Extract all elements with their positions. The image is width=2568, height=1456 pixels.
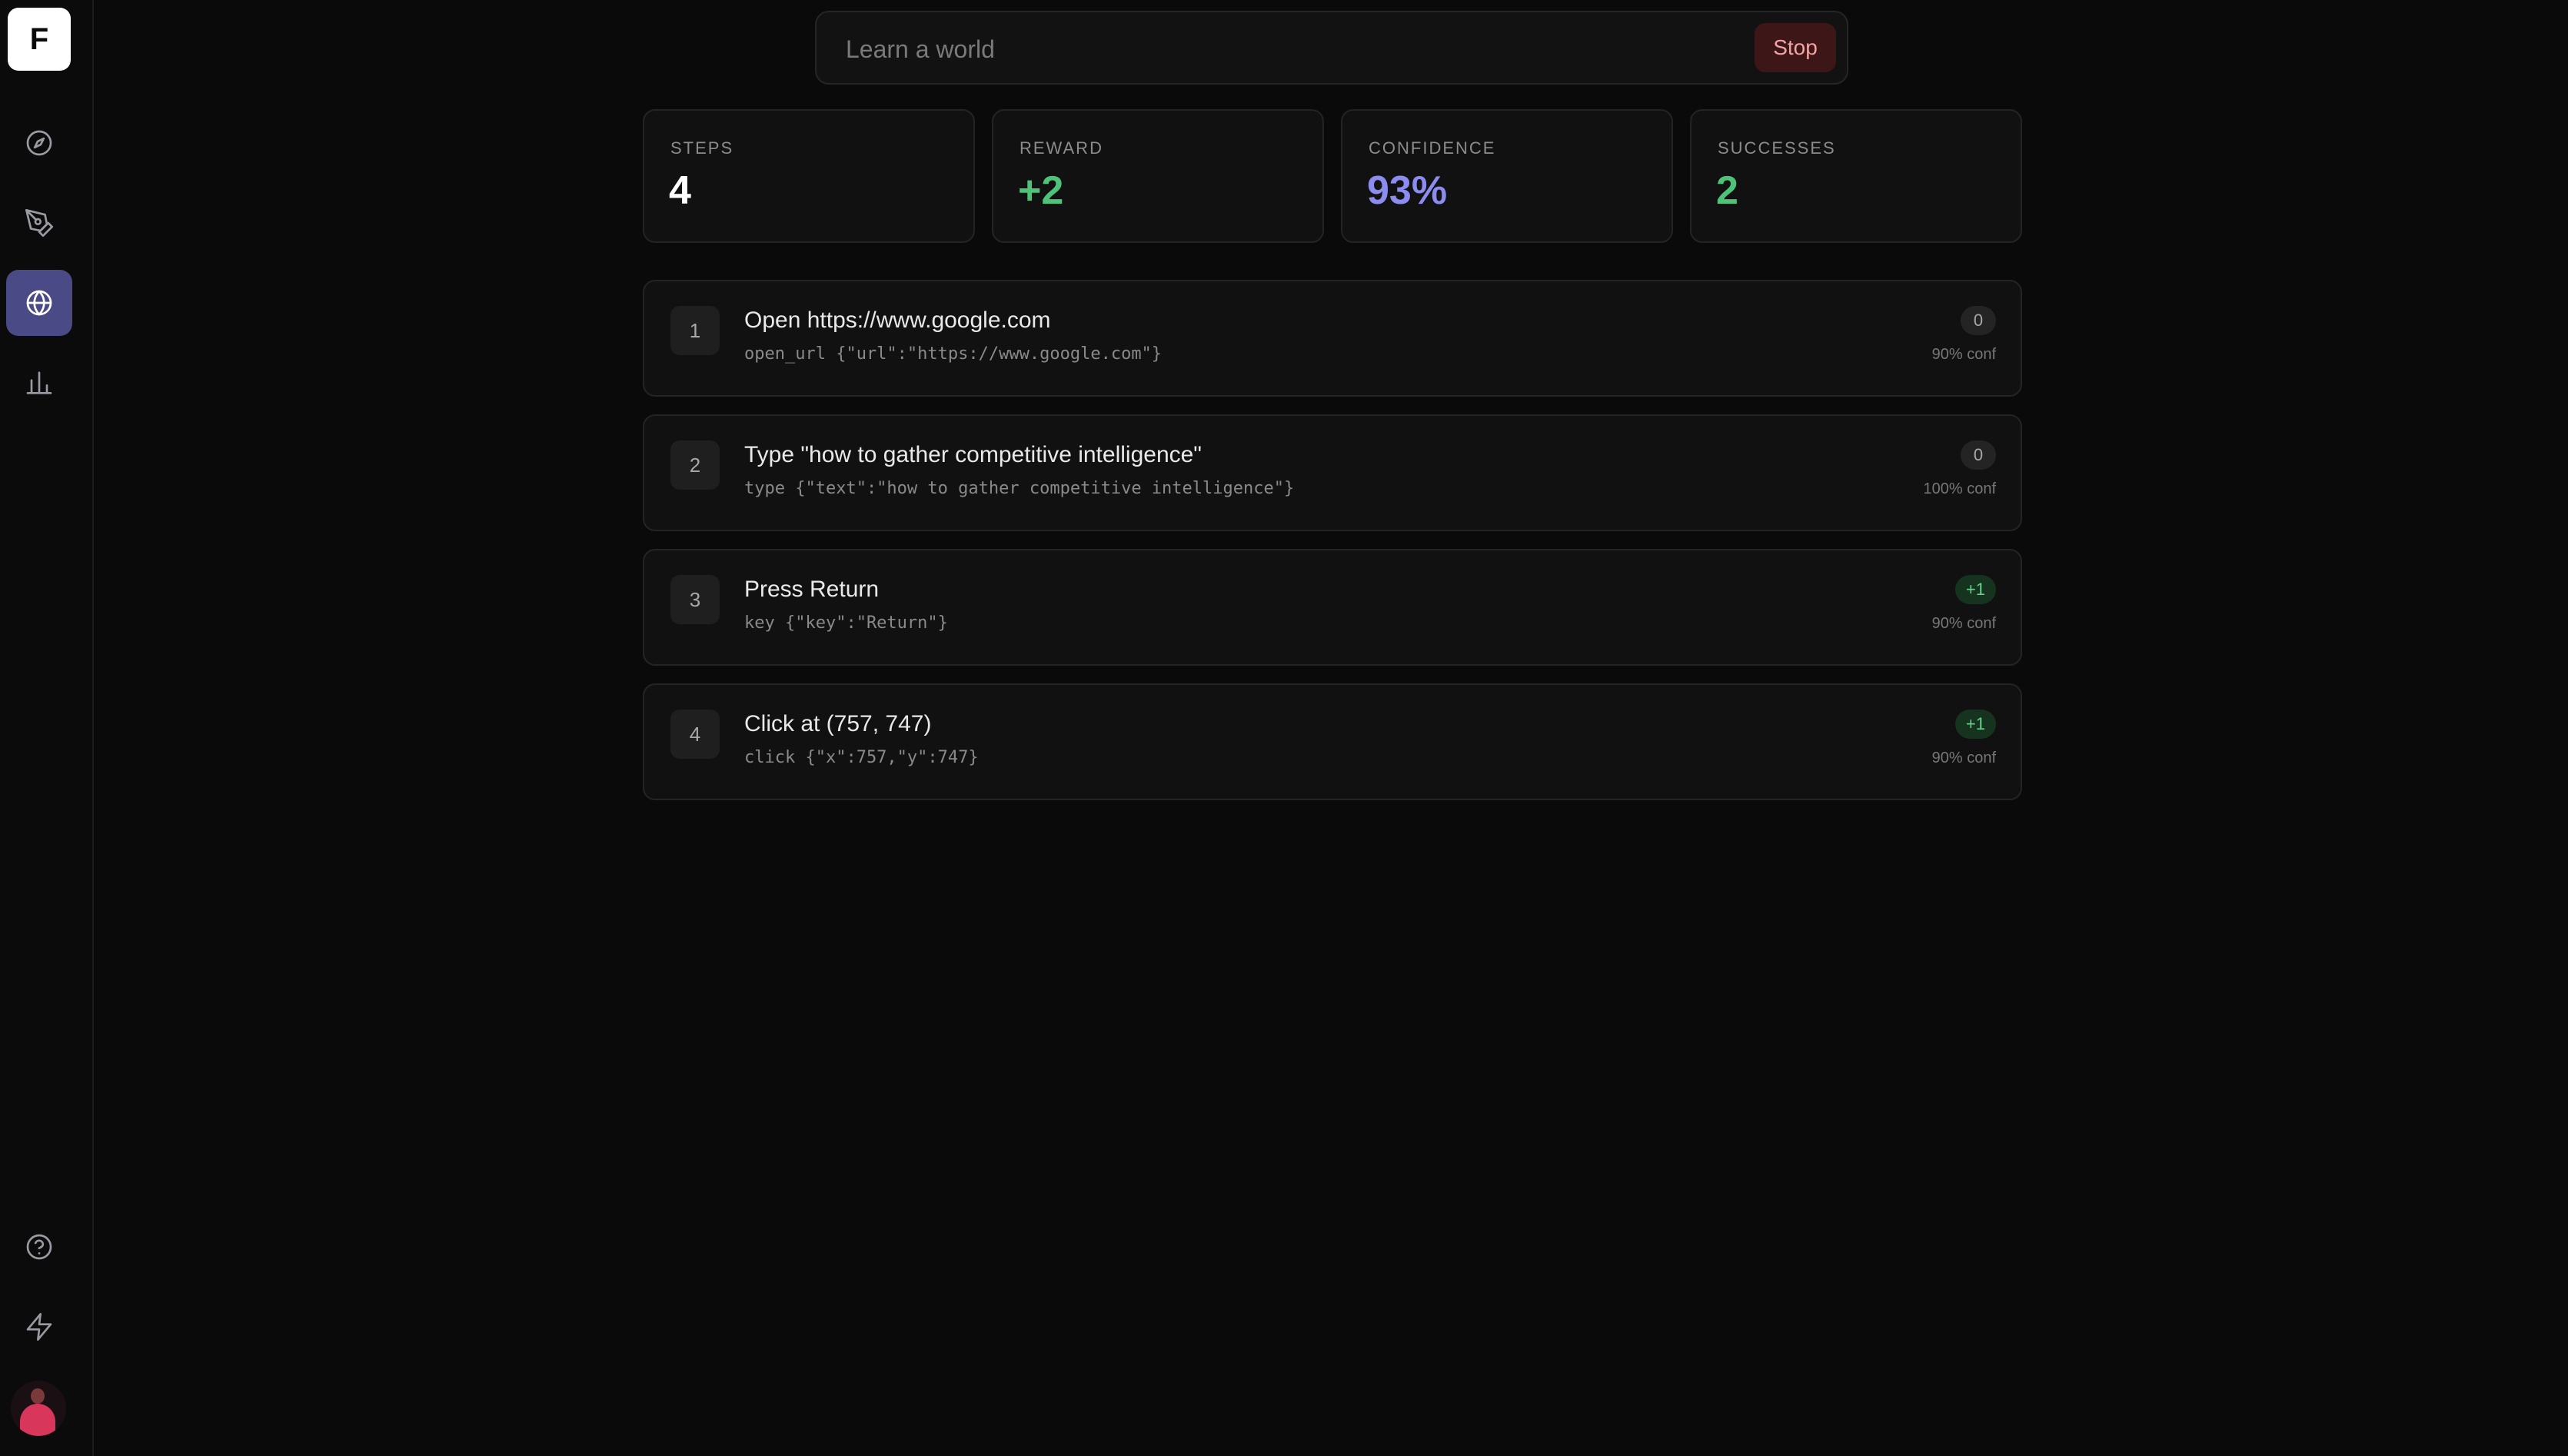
step-title: Type "how to gather competitive intellig…	[744, 442, 1202, 467]
step-action-code: open_url {"url":"https://www.google.com"…	[744, 344, 1163, 364]
step-action-code: key {"key":"Return"}	[744, 613, 948, 633]
avatar-body	[20, 1404, 55, 1436]
stat-steps: STEPS 4	[643, 109, 975, 243]
compass-icon[interactable]	[6, 110, 72, 176]
step-action-code: click {"x":757,"y":747}	[744, 748, 979, 767]
step-row[interactable]: 3 Press Return key {"key":"Return"} +1 9…	[643, 549, 2022, 666]
step-row[interactable]: 2 Type "how to gather competitive intell…	[643, 414, 2022, 531]
step-confidence: 90% conf	[1931, 750, 1996, 766]
step-confidence: 90% conf	[1931, 615, 1996, 632]
lightning-icon[interactable]	[6, 1294, 72, 1360]
step-title: Click at (757, 747)	[744, 711, 932, 736]
stats-row: STEPS 4 REWARD +2 CONFIDENCE 93% SUCCESS…	[643, 109, 2022, 243]
avatar[interactable]	[11, 1381, 66, 1436]
stat-label: STEPS	[670, 138, 734, 158]
help-circle-icon[interactable]	[6, 1214, 72, 1280]
step-confidence: 90% conf	[1931, 346, 1996, 363]
globe-icon[interactable]	[6, 270, 72, 336]
reward-badge: 0	[1961, 306, 1996, 335]
step-row[interactable]: 1 Open https://www.google.com open_url {…	[643, 280, 2022, 397]
stat-reward: REWARD +2	[992, 109, 1324, 243]
stat-value: +2	[1018, 168, 1064, 213]
reward-badge: +1	[1954, 710, 1996, 739]
search-input[interactable]	[846, 31, 1730, 68]
stat-label: SUCCESSES	[1718, 138, 1836, 158]
avatar-head	[31, 1388, 45, 1404]
step-number: 1	[670, 306, 720, 355]
step-title: Press Return	[744, 577, 880, 602]
stop-button[interactable]: Stop	[1755, 23, 1836, 72]
stat-confidence: CONFIDENCE 93%	[1341, 109, 1673, 243]
stat-value: 93%	[1367, 168, 1448, 213]
stat-successes: SUCCESSES 2	[1690, 109, 2022, 243]
step-title: Open https://www.google.com	[744, 307, 1051, 333]
step-number: 2	[670, 440, 720, 490]
pen-tool-icon[interactable]	[6, 190, 72, 256]
app-logo[interactable]: F	[8, 8, 71, 71]
stat-value: 2	[1716, 168, 1738, 213]
step-number: 4	[670, 710, 720, 759]
sidebar: F	[0, 0, 94, 1456]
step-confidence: 100% conf	[1923, 480, 1996, 497]
reward-badge: 0	[1961, 440, 1996, 470]
reward-badge: +1	[1954, 575, 1996, 604]
stat-label: REWARD	[1020, 138, 1103, 158]
search-bar: Stop	[815, 11, 1848, 85]
bar-chart-icon[interactable]	[6, 350, 72, 416]
step-action-code: type {"text":"how to gather competitive …	[744, 479, 1295, 498]
stat-value: 4	[669, 168, 691, 213]
step-row[interactable]: 4 Click at (757, 747) click {"x":757,"y"…	[643, 683, 2022, 800]
step-number: 3	[670, 575, 720, 624]
stat-label: CONFIDENCE	[1369, 138, 1496, 158]
